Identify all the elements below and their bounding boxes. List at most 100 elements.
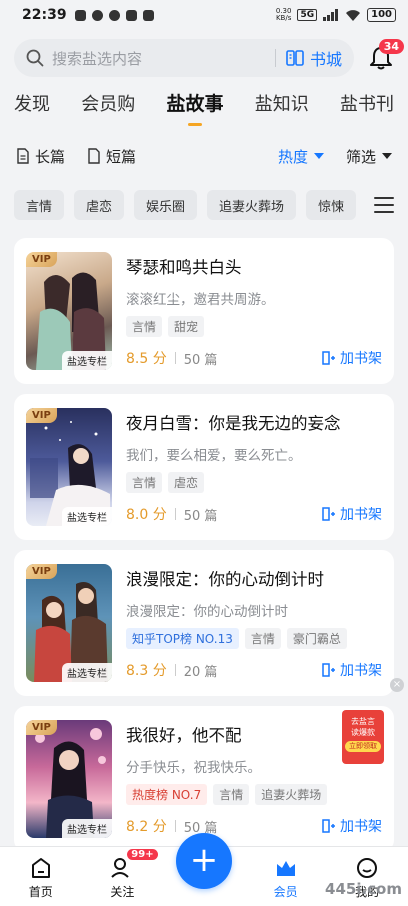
chip-romance[interactable]: 言情 [14,190,65,220]
nav-member[interactable]: 会员 [245,847,327,906]
book-meta: 8.3 分 20 篇 加书架 [126,660,382,680]
book-tags: 言情 甜宠 [126,316,382,337]
book-tag: 言情 [213,784,250,805]
book-tags: 热度榜 NO.7 言情 追妻火葬场 [126,784,382,805]
book-score: 8.0 分 [126,507,167,523]
column-label: 盐选专栏 [62,507,112,526]
watermark: 445i.com [325,880,402,898]
book-cover[interactable]: VIP 盐选专栏 [26,720,112,838]
book-score: 8.3 分 [126,663,167,679]
tab-member-shop[interactable]: 会员购 [81,90,135,128]
battery-indicator: 100 [367,8,396,22]
book-tags: 言情 虐恋 [126,472,382,493]
screen-dropdown[interactable]: 筛选 [346,146,392,167]
book-count: 50 篇 [183,352,218,368]
vip-badge: VIP [26,252,57,267]
add-to-shelf-label: 加书架 [340,663,382,679]
book-info: 夜月白雪：你是我无边的妄念 我们，要么相爱，要么死亡。 言情 虐恋 8.0 分 … [126,408,382,526]
nav-create[interactable]: + [163,833,245,906]
book-card[interactable]: VIP 盐选专栏 我很好，他不配 分手快乐，祝我快乐。 热度榜 NO.7 言情 … [14,706,394,852]
sort-label: 热度 [277,147,308,166]
add-to-shelf-button[interactable]: 加书架 [322,348,382,368]
book-card[interactable]: VIP 盐选专栏 夜月白雪：你是我无边的妄念 我们，要么相爱，要么死亡。 言情 … [14,394,394,540]
ad-line-1: 去盐言 [351,717,375,726]
genre-chips: 言情 虐恋 娱乐圈 追妻火葬场 惊悚 [0,180,408,230]
ad-button: 立即领取 [345,741,381,752]
book-card[interactable]: VIP 盐选专栏 浪漫限定：你的心动倒计时 浪漫限定：你的心动倒计时 知乎TOP… [14,550,394,696]
meta-divider [174,664,176,676]
chip-angst[interactable]: 虐恋 [74,190,125,220]
chip-chasing-wife[interactable]: 追妻火葬场 [207,190,297,220]
nav-home-label: 首页 [28,885,53,899]
status-time: 22:39 [22,7,67,23]
category-tabs: 发现 会员购 盐故事 盐知识 盐书刊 [0,80,408,128]
book-title[interactable]: 琴瑟和鸣共白头 [126,254,382,278]
search-divider [274,49,276,67]
signal-icon [323,9,339,21]
tab-discover[interactable]: 发现 [14,90,50,128]
book-card[interactable]: VIP 盐选专栏 琴瑟和鸣共白头 滚滚红尘，邀君共周游。 言情 甜宠 8.5 分… [14,238,394,384]
book-title[interactable]: 浪漫限定：你的心动倒计时 [126,566,382,590]
add-to-shelf-label: 加书架 [340,507,382,523]
book-meta: 8.5 分 50 篇 加书架 [126,348,382,368]
ranking-tag: 热度榜 NO.7 [126,784,208,805]
filter-short[interactable]: 短篇 [87,146,136,167]
book-tag: 甜宠 [168,316,205,337]
add-to-shelf-button[interactable]: 加书架 [322,504,382,524]
ranking-tag: 知乎TOP榜 NO.13 [126,628,239,649]
add-to-shelf-button[interactable]: 加书架 [322,816,382,836]
vip-badge: VIP [26,564,57,579]
sort-dropdown[interactable]: 热度 [278,146,324,167]
book-cover[interactable]: VIP 盐选专栏 [26,408,112,526]
bottom-nav: 首页 关注 99+ + 会员 我的 445i.com [0,833,408,906]
notification-badge: 34 [378,39,404,54]
nav-member-label: 会员 [273,885,298,899]
video-app-icon [142,9,154,21]
add-shelf-icon [322,819,335,833]
book-city-button[interactable]: 书城 [286,46,342,70]
tab-salt-books[interactable]: 盐书刊 [340,90,394,128]
book-score: 8.5 分 [126,351,167,367]
book-tag: 追妻火葬场 [255,784,328,805]
filter-long[interactable]: 长篇 [16,146,65,167]
add-shelf-icon [322,351,335,365]
book-icon [286,50,304,66]
book-count: 50 篇 [183,508,218,524]
add-to-shelf-button[interactable]: 加书架 [322,660,382,680]
book-info: 琴瑟和鸣共白头 滚滚红尘，邀君共周游。 言情 甜宠 8.5 分 50 篇 加书架 [126,252,382,370]
crown-icon [276,861,295,876]
nav-follow[interactable]: 关注 99+ [82,847,164,906]
book-tag: 虐恋 [168,472,205,493]
nav-home[interactable]: 首页 [0,847,82,906]
vip-badge: VIP [26,408,57,423]
chip-entertainment[interactable]: 娱乐圈 [134,190,198,220]
chip-thriller[interactable]: 惊悚 [306,190,357,220]
search-bar[interactable]: 搜索盐选内容 书城 [14,39,354,77]
book-title[interactable]: 夜月白雪：你是我无边的妄念 [126,410,382,434]
menu-icon[interactable] [374,197,394,213]
message-icon [74,9,86,21]
filter-short-label: 短篇 [106,147,137,166]
book-count: 20 篇 [183,664,218,680]
book-cover[interactable]: VIP 盐选专栏 [26,252,112,370]
add-shelf-icon [322,663,335,677]
book-meta: 8.2 分 50 篇 加书架 [126,816,382,836]
book-tags: 知乎TOP榜 NO.13 言情 豪门霸总 [126,628,382,649]
follow-badge: 99+ [127,849,158,860]
document-icon [17,148,29,164]
network-type: 5G [297,9,318,21]
search-placeholder[interactable]: 搜索盐选内容 [52,48,275,69]
book-list: VIP 盐选专栏 琴瑟和鸣共白头 滚滚红尘，邀君共周游。 言情 甜宠 8.5 分… [0,238,408,852]
book-desc: 滚滚红尘，邀君共周游。 [126,292,275,308]
notification-button[interactable]: 34 [368,39,404,71]
tab-salt-story[interactable]: 盐故事 [166,89,223,128]
close-ad-icon[interactable]: × [390,678,404,692]
tab-salt-knowledge[interactable]: 盐知识 [255,90,309,128]
search-row: 搜索盐选内容 书城 34 [0,30,408,80]
plus-icon[interactable]: + [175,833,232,889]
meta-divider [174,352,176,364]
book-cover[interactable]: VIP 盐选专栏 [26,564,112,682]
promo-ad-badge[interactable]: 去盐言 读爆款 立即领取 [342,710,384,764]
book-tag: 言情 [126,316,163,337]
book-desc: 浪漫限定：你的心动倒计时 [126,604,288,620]
